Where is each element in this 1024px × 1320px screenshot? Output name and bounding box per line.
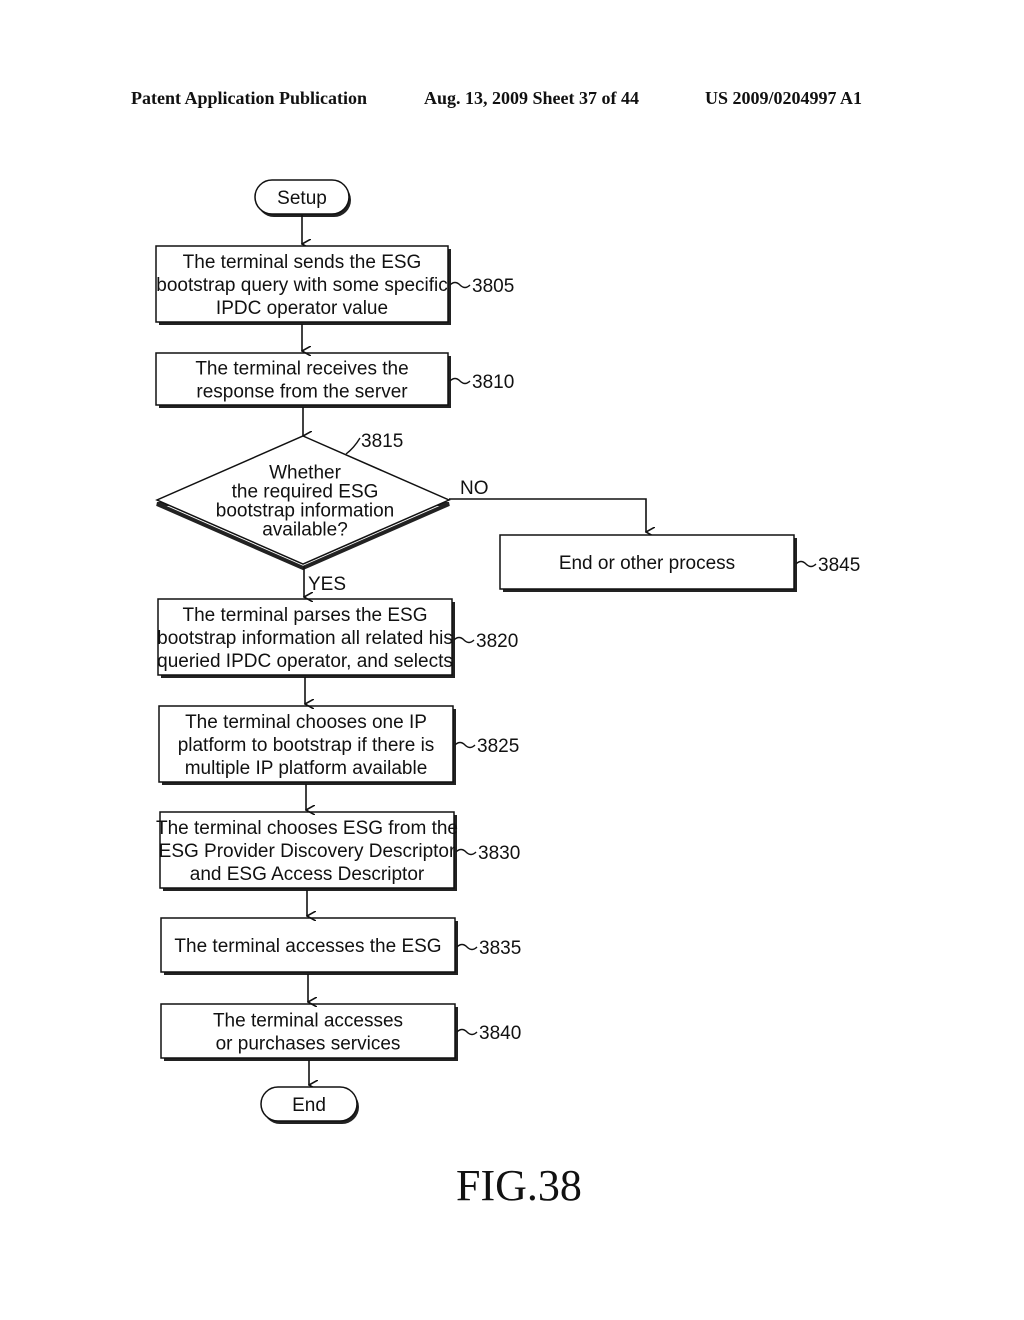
flowchart: SetupThe terminal sends the ESGbootstrap…: [155, 179, 860, 1124]
start-terminal-label: Setup: [277, 188, 327, 209]
ref-label-3825: 3825: [477, 736, 519, 757]
step-3830-text: The terminal chooses ESG from the: [156, 818, 458, 839]
ref-label-3810: 3810: [472, 372, 514, 393]
ref-label-3820-leader: [453, 636, 475, 644]
ref-label-3840: 3840: [479, 1023, 521, 1044]
arrow-no-branch: [449, 498, 646, 532]
ref-label-3830: 3830: [478, 843, 520, 864]
ref-label-3845: 3845: [818, 555, 860, 576]
decision-text: bootstrap information: [216, 501, 395, 522]
step-3810-text: The terminal receives the: [195, 359, 408, 380]
ref-label-3810-leader: [449, 377, 471, 385]
yes-label: YES: [308, 574, 346, 595]
decision-text: Whether: [269, 463, 341, 484]
end-terminal-label: End: [292, 1095, 326, 1116]
ref-label-3835-leader: [456, 943, 478, 951]
step-3840-text: or purchases services: [216, 1034, 401, 1055]
ref-leader-3815: [345, 437, 361, 455]
ref-label-3820: 3820: [476, 631, 518, 652]
step-3825-text: multiple IP platform available: [185, 758, 428, 779]
ref-label-3845-leader: [795, 560, 817, 568]
step-3830-text: ESG Provider Discovery Descriptor: [159, 841, 456, 862]
step-3820-text: bootstrap information all related his: [157, 628, 453, 649]
step-3805-text: bootstrap query with some specific: [156, 275, 447, 296]
ref-label-3840-leader: [456, 1028, 478, 1036]
ref-label-3805-leader: [449, 281, 471, 289]
decision-text: the required ESG: [232, 482, 379, 503]
step-3820-text: queried IPDC operator, and selects: [157, 651, 453, 672]
step-3825-text: The terminal chooses one IP: [185, 712, 427, 733]
alt-3845-text: End or other process: [559, 553, 735, 574]
step-3825-text: platform to bootstrap if there is: [178, 735, 435, 756]
step-3830-text: and ESG Access Descriptor: [190, 864, 425, 885]
step-3820-text: The terminal parses the ESG: [183, 605, 428, 626]
step-3805-text: IPDC operator value: [216, 298, 388, 319]
decision-text: available?: [262, 520, 348, 541]
ref-label-3815: 3815: [361, 431, 403, 452]
ref-label-3825-leader: [454, 741, 476, 749]
ref-label-3830-leader: [455, 848, 477, 856]
ref-label-3805: 3805: [472, 276, 514, 297]
no-label: NO: [460, 478, 489, 499]
step-3840-text: The terminal accesses: [213, 1011, 403, 1032]
ref-label-3835: 3835: [479, 938, 521, 959]
step-3805-text: The terminal sends the ESG: [183, 252, 422, 273]
figure-label: FIG.38: [456, 1161, 582, 1210]
step-3810-text: response from the server: [196, 382, 408, 403]
step-3835-text: The terminal accesses the ESG: [174, 936, 441, 957]
